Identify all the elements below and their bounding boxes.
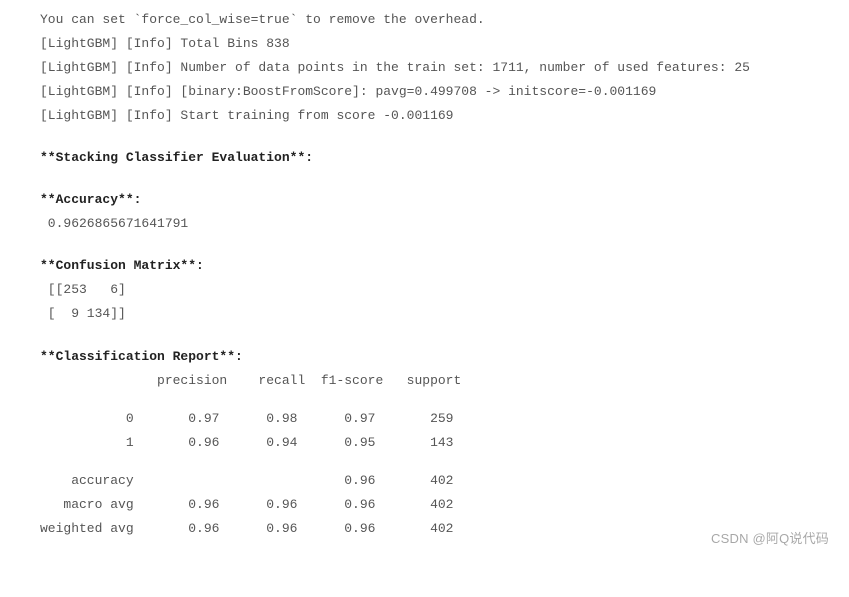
spacer (40, 236, 809, 250)
section-header-accuracy: **Accuracy**: (40, 188, 809, 212)
log-line: You can set `force_col_wise=true` to rem… (40, 8, 809, 32)
watermark: CSDN @阿Q说代码 (711, 527, 829, 551)
spacer (40, 455, 809, 469)
section-header-evaluation: **Stacking Classifier Evaluation**: (40, 146, 809, 170)
section-header-report: **Classification Report**: (40, 345, 809, 369)
spacer (40, 170, 809, 184)
log-line: [LightGBM] [Info] [binary:BoostFromScore… (40, 80, 809, 104)
confusion-matrix-row: [[253 6] (40, 278, 809, 302)
accuracy-value: 0.9626865671641791 (40, 212, 809, 236)
log-line: [LightGBM] [Info] Total Bins 838 (40, 32, 809, 56)
spacer (40, 327, 809, 341)
log-line: [LightGBM] [Info] Start training from sc… (40, 104, 809, 128)
report-row-macro: macro avg 0.96 0.96 0.96 402 (40, 493, 809, 517)
report-row-accuracy: accuracy 0.96 402 (40, 469, 809, 493)
report-columns: precision recall f1-score support (40, 369, 809, 393)
spacer (40, 128, 809, 142)
spacer (40, 393, 809, 407)
report-row-weighted: weighted avg 0.96 0.96 0.96 402 (40, 517, 809, 541)
confusion-matrix-row: [ 9 134]] (40, 302, 809, 326)
report-row-class0: 0 0.97 0.98 0.97 259 (40, 407, 809, 431)
log-line: [LightGBM] [Info] Number of data points … (40, 56, 809, 80)
report-row-class1: 1 0.96 0.94 0.95 143 (40, 431, 809, 455)
section-header-confusion: **Confusion Matrix**: (40, 254, 809, 278)
